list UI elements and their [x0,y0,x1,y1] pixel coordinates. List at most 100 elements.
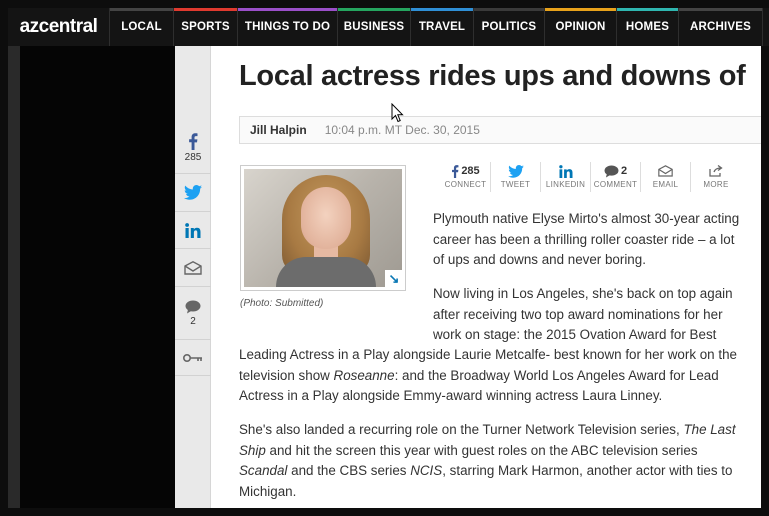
nav-business-label: BUSINESS [343,21,405,33]
show-title-roseanne: Roseanne [333,367,395,383]
rail-linkedin-button[interactable] [175,212,211,249]
paragraph-3-line-2: Ship and hit the screen this year with g… [239,441,736,462]
nav-travel-color-bar [411,8,473,11]
email-icon [658,165,673,177]
photo-caption: (Photo: Submitted) [240,298,324,309]
paragraph-3-line-1-a: She's also landed a recurring role on th… [239,422,684,437]
paragraph-2-line-2: after receiving two top award nomination… [433,306,723,322]
share-more-button[interactable]: MORE [691,162,741,192]
nav-local-label: LOCAL [121,21,162,33]
photo-body-shape [276,257,376,287]
show-title-ship: Ship [239,442,266,458]
twitter-icon [184,185,202,200]
nav-archives[interactable]: ARCHIVES [679,8,763,46]
nav-travel-label: TRAVEL [418,21,466,33]
nav-local-color-bar [110,8,173,11]
azcentral-logo[interactable]: azcentral [8,8,110,46]
paragraph-2-bottom: Leading Actress in a Play alongside Laur… [239,345,737,407]
left-scroll-strip [8,46,20,508]
nav-business[interactable]: BUSINESS [338,8,411,46]
paragraph-1-line-2: career has been a thrilling roller coast… [433,231,735,247]
top-navigation: azcentral LOCAL SPORTS THINGS TO DO BUSI… [8,8,769,46]
share-bar: 285 CONNECT TWEET LINKEDIN 2 COMMENT EMA… [441,162,741,196]
share-connect-label: CONNECT [444,180,487,189]
nav-opinion-label: OPINION [555,21,606,33]
paragraph-2-top: Now living in Los Angeles, she's back on… [433,284,733,346]
share-comment-count: 2 [620,165,628,177]
author-name[interactable]: Jill Halpin [250,123,307,137]
nav-homes-color-bar [617,8,678,11]
rail-email-button[interactable] [175,249,211,287]
share-tweet-button[interactable]: TWEET [491,162,541,192]
share-more-label: MORE [703,180,729,189]
nav-homes[interactable]: HOMES [617,8,679,46]
paragraph-2-line-4: Leading Actress in a Play alongside Laur… [239,347,737,362]
nav-politics-label: POLITICS [481,21,537,33]
share-comment-button[interactable]: 2 COMMENT [591,162,641,192]
facebook-icon [452,164,459,178]
nav-archives-label: ARCHIVES [689,21,752,33]
nav-things-to-do-label: THINGS TO DO [244,21,331,33]
rail-comments-button[interactable]: 2 [175,287,211,340]
show-title-ncis: NCIS [410,463,443,478]
paragraph-1-line-3: of ups and downs and never boring. [433,252,646,267]
paragraph-1: Plymouth native Elyse Mirto's almost 30-… [433,209,739,271]
paragraph-2-line-5-a: television show [239,367,334,383]
comment-icon [604,164,619,178]
linkedin-icon [558,164,572,178]
nav-sports[interactable]: SPORTS [174,8,238,46]
show-title-scandal: Scandal [239,463,288,478]
share-email-label: EMAIL [652,180,679,189]
nav-opinion[interactable]: OPINION [545,8,617,46]
rail-facebook-count: 285 [184,151,202,163]
photo-face-shape [301,187,351,249]
paragraph-2-line-6: Actress in a Play alongside Emmy-award w… [239,388,663,403]
share-tweet-label: TWEET [500,180,531,189]
share-comment-label: COMMENT [593,180,638,189]
facebook-icon [189,132,198,150]
paragraph-3-line-3-b: and the CBS series [287,463,411,478]
share-linkedin-label: LINKEDIN [545,180,586,189]
article-photo[interactable]: ↘ [240,165,406,291]
nav-travel[interactable]: TRAVEL [411,8,474,46]
paragraph-3-line-3: Scandal and the CBS series NCIS, starrin… [239,461,736,482]
publish-timestamp: 10:04 p.m. MT Dec. 30, 2015 [324,123,480,137]
article-content: Local actress rides ups and downs of Jil… [211,46,761,508]
share-rail: 285 2 [175,46,211,508]
nav-sports-color-bar [174,8,237,11]
paragraph-2-line-3: work on stage: the 2015 Ovation Award fo… [433,327,717,342]
show-title-the-last: The Last [683,422,736,437]
rail-twitter-button[interactable] [175,174,211,212]
comment-icon [185,300,201,313]
actress-photo [244,169,402,287]
share-connect-button[interactable]: 285 CONNECT [441,162,491,192]
nav-sports-label: SPORTS [181,21,230,33]
paragraph-2-line-5-b: : and the Broadway World Los Angeles Awa… [394,367,719,383]
share-more-icon [709,165,723,177]
nav-things-to-do-color-bar [238,8,337,11]
paragraph-2-line-1: Now living in Los Angeles, she's back on… [433,286,733,301]
linkedin-icon [185,222,201,238]
mouse-cursor-icon [391,103,404,123]
share-connect-count: 285 [461,165,480,177]
paragraph-1-line-1: Plymouth native Elyse Mirto's almost 30-… [433,211,740,226]
twitter-icon [507,164,524,178]
nav-homes-label: HOMES [625,21,670,33]
share-email-button[interactable]: EMAIL [641,162,691,192]
key-icon [183,353,202,362]
nav-things-to-do[interactable]: THINGS TO DO [238,8,338,46]
left-gutter [8,46,175,508]
rail-facebook-button[interactable]: 285 [175,122,211,174]
paragraph-3-line-4: Michigan. [239,483,297,499]
nav-politics[interactable]: POLITICS [474,8,545,46]
right-window-edge [761,46,769,508]
paragraph-2-line-5: television show Roseanne: and the Broadw… [239,366,737,387]
paragraph-3: She's also landed a recurring role on th… [239,420,736,502]
nav-politics-color-bar [474,8,544,11]
nav-local[interactable]: LOCAL [110,8,174,46]
paragraph-3-line-1: She's also landed a recurring role on th… [239,420,736,441]
rail-key-button[interactable] [175,340,211,376]
expand-photo-icon[interactable]: ↘ [385,270,403,288]
share-linkedin-button[interactable]: LINKEDIN [541,162,591,192]
email-icon [184,260,202,275]
